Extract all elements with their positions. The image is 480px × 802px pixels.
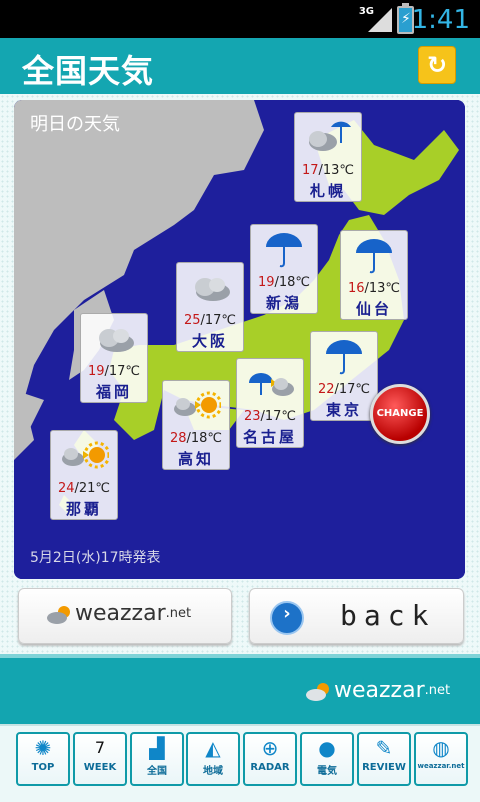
region-icon: ◭	[205, 736, 221, 760]
title-bar: 全国天気 ↻	[0, 38, 480, 94]
rain-then-cloud-icon	[237, 359, 303, 407]
clock: 1:41	[411, 5, 470, 35]
nav-weazzar[interactable]: ◍ weazzar.net	[414, 732, 468, 786]
high-temp: 17	[301, 163, 319, 178]
low-temp: 17℃	[108, 364, 141, 379]
low-temp: 18℃	[190, 431, 223, 446]
footer-logo: weazzar .net	[304, 678, 450, 703]
map-title: 明日の天気	[30, 114, 120, 135]
city-card-osaka[interactable]: 25/17℃ 大阪	[176, 262, 244, 352]
issued-time: 5月2日(水)17時発表	[30, 550, 161, 566]
weazzar-logo-text: weazzar	[75, 601, 166, 626]
city-card-naha[interactable]: 24/21℃ 那覇	[50, 430, 118, 520]
back-label: back	[340, 599, 436, 632]
city-card-fukuoka[interactable]: 19/17℃ 福岡	[80, 313, 148, 403]
bottom-nav: ✺ TOP 7 WEEK ▟ 全国 ◭ 地域 ⊕ RADAR ● 電気 ✎ REVIEW ◍ w…	[0, 724, 480, 802]
high-temp: 23	[243, 409, 261, 424]
city-card-kochi[interactable]: 28/18℃ 高知	[162, 380, 230, 470]
city-name: 札幌	[309, 182, 346, 200]
calendar-icon: 7	[94, 738, 106, 757]
high-temp: 24	[57, 481, 75, 496]
city-name: 仙台	[355, 300, 392, 318]
low-temp: 17℃	[204, 313, 237, 328]
high-temp: 19	[257, 275, 275, 290]
footer-logo-suffix: .net	[424, 683, 451, 698]
city-card-niigata[interactable]: 19/18℃ 新潟	[250, 224, 318, 314]
city-name: 高知	[177, 450, 214, 468]
low-temp: 17℃	[264, 409, 297, 424]
nav-electricity[interactable]: ● 電気	[300, 732, 354, 786]
signal-icon	[368, 8, 392, 32]
low-temp: 21℃	[78, 481, 111, 496]
low-temp: 13℃	[322, 163, 355, 178]
high-temp: 25	[183, 313, 201, 328]
cloud-then-sun-icon	[51, 431, 117, 479]
nav-radar[interactable]: ⊕ RADAR	[243, 732, 297, 786]
radar-icon: ⊕	[261, 736, 279, 760]
arrow-right-icon: ›	[270, 601, 304, 635]
umbrella-icon	[311, 332, 377, 380]
weazzar-logo-icon	[45, 602, 75, 626]
change-button[interactable]: CHANGE	[370, 384, 430, 444]
city-name: 大阪	[191, 332, 228, 350]
weazzar-logo-icon	[304, 679, 334, 703]
status-bar: 3G ⚡ 1:41	[0, 0, 480, 38]
cloud-icon	[81, 314, 147, 362]
bulb-icon: ●	[318, 736, 336, 760]
cloud-rain-icon	[295, 113, 361, 161]
japan-icon: ▟	[149, 736, 165, 760]
sun-icon: ✺	[34, 736, 52, 760]
city-name: 那覇	[65, 500, 102, 518]
nav-review[interactable]: ✎ REVIEW	[357, 732, 411, 786]
refresh-button[interactable]: ↻	[418, 46, 456, 84]
low-temp: 13℃	[368, 281, 401, 296]
pencil-icon: ✎	[375, 736, 393, 760]
low-temp: 17℃	[338, 382, 371, 397]
nav-top[interactable]: ✺ TOP	[16, 732, 70, 786]
footer-logo-text: weazzar	[334, 678, 425, 703]
high-temp: 19	[87, 364, 105, 379]
page-title: 全国天気	[22, 52, 155, 90]
city-card-tokyo[interactable]: 22/17℃ 東京	[310, 331, 378, 421]
nav-region[interactable]: ◭ 地域	[186, 732, 240, 786]
cloud-then-sun-icon	[163, 381, 229, 429]
nav-national[interactable]: ▟ 全国	[130, 732, 184, 786]
city-name: 東京	[325, 401, 362, 419]
cloud-icon	[177, 263, 243, 311]
city-card-sapporo[interactable]: 17/13℃ 札幌	[294, 112, 362, 202]
low-temp: 18℃	[278, 275, 311, 290]
weazzar-link-button[interactable]: weazzar .net	[18, 588, 232, 644]
city-name: 福岡	[95, 383, 132, 401]
city-card-sendai[interactable]: 16/13℃ 仙台	[340, 230, 408, 320]
weazzar-logo-suffix: .net	[165, 606, 192, 621]
city-card-nagoya[interactable]: 23/17℃ 名古屋	[236, 358, 304, 448]
city-name: 新潟	[265, 294, 302, 312]
umbrella-icon	[341, 231, 407, 279]
globe-icon: ◍	[432, 736, 450, 760]
high-temp: 22	[317, 382, 335, 397]
city-name: 名古屋	[242, 428, 297, 446]
high-temp: 16	[347, 281, 365, 296]
refresh-icon: ↻	[426, 51, 448, 79]
back-button[interactable]: › back	[249, 588, 464, 644]
high-temp: 28	[169, 431, 187, 446]
umbrella-icon	[251, 225, 317, 273]
nav-week[interactable]: 7 WEEK	[73, 732, 127, 786]
